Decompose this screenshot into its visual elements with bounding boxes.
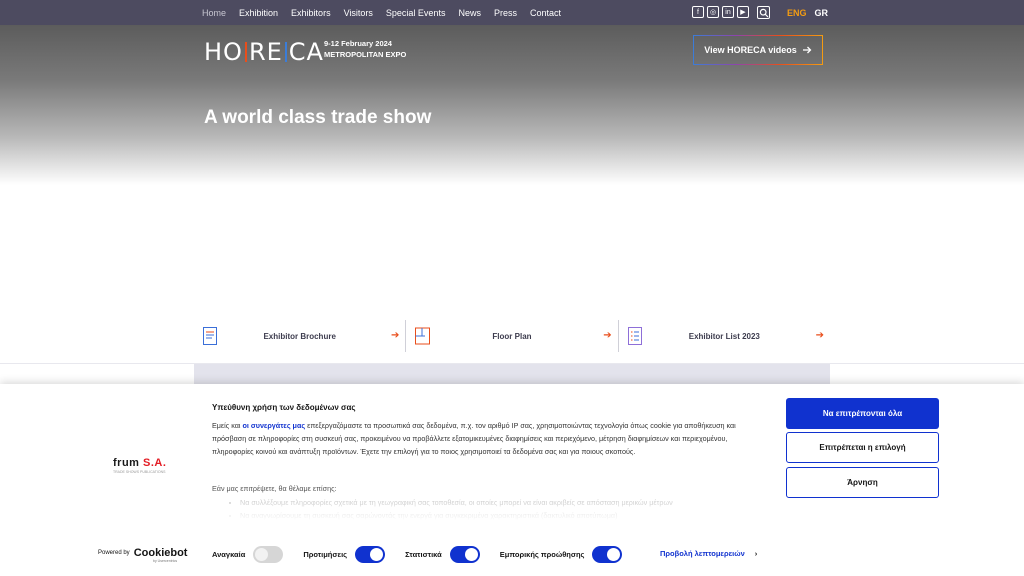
quick-link-label: Floor Plan [492, 331, 532, 341]
forum-sa-logo: frum S.A. TRADE SHOWS PUBLICATIONS [113, 457, 166, 474]
brand-part-c: S.A. [143, 457, 167, 469]
cookie-description: Εμείς και οι συνεργάτες μας επεξεργαζόμα… [212, 421, 736, 456]
nav-press[interactable]: Press [494, 8, 517, 18]
allow-all-button[interactable]: Να επιτρέπονται όλα [786, 398, 939, 429]
event-dates: 9-12 February 2024 [324, 39, 392, 48]
quick-links: Exhibitor Brochure ➔ Floor Plan ➔ Exhibi… [194, 320, 830, 352]
nav-news[interactable]: News [458, 8, 481, 18]
arrow-right-icon: ➔ [815, 330, 824, 341]
brand-part-b: rum [117, 457, 140, 469]
allow-selection-button[interactable]: Επιτρέπεται η επιλογή [786, 432, 939, 463]
cookiebot-logo: Cookiebot [133, 547, 188, 559]
powered-by-label: Powered by [98, 550, 130, 556]
consent-purposes-list: Να συλλέξουμε πληροφορίες σχετικά με τη … [212, 496, 772, 522]
facebook-icon[interactable]: f [692, 6, 704, 18]
horeca-logo[interactable]: HO RE CA [204, 38, 324, 66]
event-info: 9-12 February 2024 METROPOLITAN EXPO [324, 38, 406, 60]
consent-purpose: Να αναγνωρίσουμε τη συσκευή σας σαρώνοντ… [240, 509, 772, 522]
nav-visitors[interactable]: Visitors [344, 8, 373, 18]
toggle-preferences: Προτιμήσεις [303, 545, 386, 563]
logo-part-a: HO [204, 38, 243, 66]
toggle-statistics: Στατιστικά [405, 545, 480, 563]
nav-special-events[interactable]: Special Events [386, 8, 446, 18]
quick-link-label: Exhibitor Brochure [263, 331, 336, 341]
social-links: f ◎ in ▶ [692, 6, 749, 18]
powered-by-cookiebot[interactable]: Powered by Cookiebot by Usercentrics [98, 547, 188, 563]
main-menu: Home Exhibition Exhibitors Visitors Spec… [202, 0, 561, 25]
language-switcher: ENG GR [787, 0, 828, 25]
chevron-right-icon: › [754, 549, 758, 558]
hero-tagline: A world class trade show [204, 107, 432, 128]
search-icon[interactable] [757, 6, 770, 19]
instagram-icon[interactable]: ◎ [707, 6, 719, 18]
marketing-switch[interactable] [592, 545, 623, 563]
deny-button[interactable]: Άρνηση [786, 467, 939, 498]
view-videos-button[interactable]: View HORECA videos [693, 35, 823, 65]
cookie-consent-banner: frum S.A. TRADE SHOWS PUBLICATIONS Υπεύθ… [0, 384, 1024, 576]
quick-link-floor-plan[interactable]: Floor Plan ➔ [405, 320, 617, 352]
logo-divider [284, 42, 287, 62]
cookie-title: Υπεύθυνη χρήση των δεδομένων σας [212, 403, 356, 412]
logo-part-b: RE [248, 38, 283, 66]
arrow-right-icon [802, 46, 812, 54]
nav-exhibitors[interactable]: Exhibitors [291, 8, 331, 18]
quick-link-label: Exhibitor List 2023 [688, 331, 760, 341]
preferences-switch[interactable] [355, 545, 386, 563]
nav-home[interactable]: Home [202, 8, 226, 18]
quick-link-exhibitor-brochure[interactable]: Exhibitor Brochure ➔ [194, 320, 405, 352]
view-videos-label: View HORECA videos [704, 45, 797, 55]
arrow-right-icon: ➔ [603, 330, 612, 341]
nav-exhibition[interactable]: Exhibition [239, 8, 278, 18]
hero-section [0, 25, 1024, 185]
lang-eng[interactable]: ENG [787, 8, 807, 18]
consent-purpose: Να συλλέξουμε πληροφορίες σχετικά με τη … [240, 496, 772, 509]
toggle-marketing: Εμπορικής προώθησης [500, 545, 623, 563]
linkedin-icon[interactable]: in [722, 6, 734, 18]
event-venue: METROPOLITAN EXPO [324, 50, 407, 59]
partners-link[interactable]: οι συνεργάτες μας [242, 421, 305, 430]
youtube-icon[interactable]: ▶ [737, 6, 749, 18]
necessary-switch[interactable] [253, 545, 284, 563]
usercentrics-label: by Usercentrics [153, 559, 178, 563]
consent-toggles: Αναγκαία Προτιμήσεις Στατιστικά Εμπορική… [212, 545, 642, 563]
logo-part-c: CA [288, 38, 324, 66]
nav-contact[interactable]: Contact [530, 8, 561, 18]
brand-subtitle: TRADE SHOWS PUBLICATIONS [113, 470, 166, 474]
logo-divider [244, 42, 247, 62]
consent-intro: Εάν μας επιτρέψετε, θα θέλαμε επίσης: [212, 484, 337, 493]
top-navigation-bar: Home Exhibition Exhibitors Visitors Spec… [0, 0, 1024, 25]
arrow-right-icon: ➔ [390, 330, 400, 341]
toggle-necessary: Αναγκαία [212, 545, 284, 563]
statistics-switch[interactable] [449, 545, 480, 563]
quick-link-exhibitor-list[interactable]: Exhibitor List 2023 ➔ [617, 320, 830, 352]
show-details-link[interactable]: Προβολή λεπτομερειών › [660, 549, 757, 558]
lang-gr[interactable]: GR [815, 8, 829, 18]
